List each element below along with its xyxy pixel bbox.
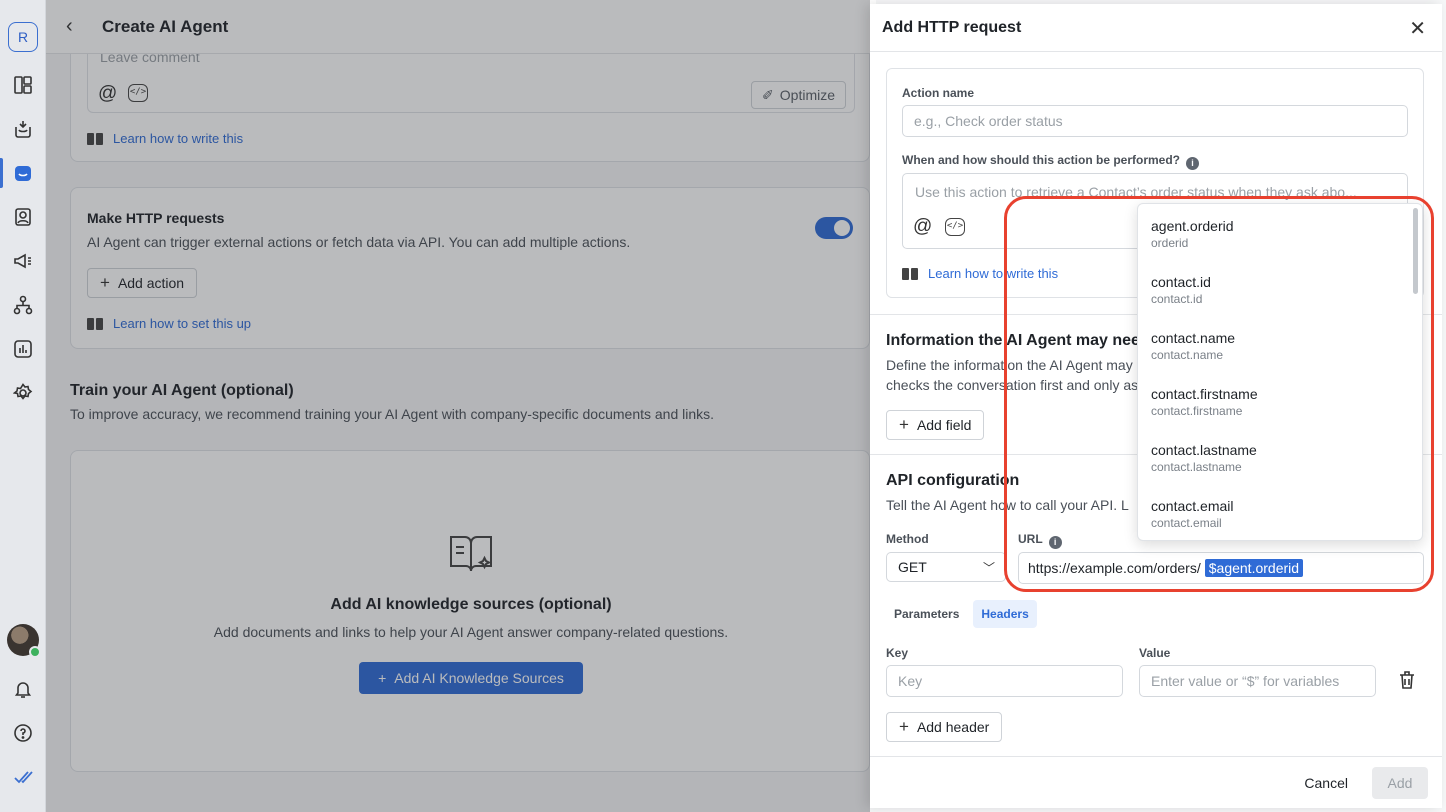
- when-placeholder: Use this action to retrieve a Contact’s …: [915, 184, 1357, 200]
- add-field-button[interactable]: + Add field: [886, 410, 985, 440]
- variable-key: contact.email: [1151, 516, 1222, 530]
- info-icon[interactable]: i: [1186, 157, 1200, 170]
- contacts-icon[interactable]: [11, 205, 35, 229]
- tab-headers[interactable]: Headers: [973, 600, 1037, 628]
- url-value: https://example.com/orders/: [1028, 560, 1201, 576]
- plus-icon: +: [899, 717, 909, 736]
- info-icon[interactable]: i: [1048, 536, 1062, 549]
- mention-icon[interactable]: @: [913, 216, 932, 238]
- variable-option[interactable]: contact.lastname contact.lastname: [1151, 442, 1257, 490]
- action-name-input[interactable]: e.g., Check order status: [902, 105, 1408, 137]
- tab-parameters[interactable]: Parameters: [886, 600, 967, 628]
- info-section-title: Information the AI Agent may need: [886, 332, 1150, 349]
- method-value: GET: [898, 559, 927, 575]
- online-status-dot: [29, 646, 41, 658]
- variable-name: agent.orderid: [1151, 218, 1234, 234]
- broadcast-icon[interactable]: [11, 249, 35, 273]
- dropdown-scrollbar[interactable]: [1413, 208, 1418, 294]
- ai-agent-icon[interactable]: [11, 161, 35, 185]
- inbox-icon[interactable]: [11, 117, 35, 141]
- key-label: Key: [886, 646, 909, 660]
- settings-icon[interactable]: [11, 381, 35, 405]
- active-indicator: [0, 158, 3, 188]
- variable-key: contact.lastname: [1151, 460, 1242, 474]
- method-label: Method: [886, 532, 929, 546]
- api-section-description: Tell the AI Agent how to call your API. …: [886, 497, 1129, 513]
- variable-key: contact.name: [1151, 348, 1224, 362]
- learn-write-label: Learn how to write this: [928, 266, 1059, 281]
- variable-name: contact.id: [1151, 274, 1211, 290]
- variable-option[interactable]: contact.email contact.email: [1151, 498, 1234, 540]
- url-label: URL i: [1018, 532, 1062, 549]
- action-name-label: Action name: [902, 86, 975, 100]
- learn-write-link[interactable]: Learn how to write this: [902, 266, 1058, 281]
- drawer-footer: Cancel Add: [870, 756, 1442, 808]
- add-button[interactable]: Add: [1372, 767, 1428, 799]
- variable-key: orderid: [1151, 236, 1189, 250]
- value-label: Value: [1139, 646, 1171, 660]
- value-placeholder: Enter value or “$” for variables: [1151, 673, 1340, 689]
- drawer-header: Add HTTP request ✕: [870, 4, 1442, 52]
- workspace-switcher[interactable]: R: [8, 22, 38, 52]
- header-value-input[interactable]: Enter value or “$” for variables: [1139, 665, 1376, 697]
- api-section-title: API configuration: [886, 472, 1020, 489]
- dashboard-icon[interactable]: [11, 73, 35, 97]
- variable-dropdown: agent.orderid orderid contact.id contact.i…: [1137, 203, 1423, 541]
- double-check-icon[interactable]: [11, 765, 35, 789]
- help-icon[interactable]: [11, 721, 35, 745]
- trash-icon[interactable]: [1398, 670, 1416, 690]
- url-input[interactable]: https://example.com/orders/ $agent.order…: [1018, 552, 1424, 584]
- modal-overlay[interactable]: [46, 0, 870, 812]
- variable-option[interactable]: contact.id contact.id: [1151, 274, 1211, 322]
- variable-key: contact.firstname: [1151, 404, 1243, 418]
- variable-key: contact.id: [1151, 292, 1203, 306]
- variable-option[interactable]: contact.firstname contact.firstname: [1151, 386, 1258, 434]
- user-avatar[interactable]: [7, 624, 41, 658]
- header-key-input[interactable]: Key: [886, 665, 1123, 697]
- when-label-text: When and how should this action be perfo…: [902, 153, 1181, 167]
- url-label-text: URL: [1018, 532, 1043, 546]
- book-icon: [902, 267, 918, 280]
- url-variable-token[interactable]: $agent.orderid: [1204, 559, 1304, 577]
- request-tabs: Parameters Headers: [886, 600, 1037, 628]
- close-icon[interactable]: ✕: [1409, 16, 1426, 41]
- plus-icon: +: [899, 415, 909, 434]
- reports-icon[interactable]: [11, 337, 35, 361]
- variable-name: contact.email: [1151, 498, 1234, 514]
- action-name-placeholder: e.g., Check order status: [914, 113, 1063, 129]
- method-select[interactable]: GET ﹀: [886, 552, 1006, 582]
- left-rail: R: [0, 0, 46, 812]
- variable-name: contact.name: [1151, 330, 1236, 346]
- cancel-button[interactable]: Cancel: [1304, 775, 1348, 791]
- drawer-title: Add HTTP request: [882, 19, 1022, 36]
- add-header-button[interactable]: + Add header: [886, 712, 1003, 742]
- variable-name: contact.firstname: [1151, 386, 1258, 402]
- variable-option[interactable]: contact.name contact.name: [1151, 330, 1235, 378]
- key-placeholder: Key: [898, 673, 923, 689]
- when-label: When and how should this action be perfo…: [902, 153, 1200, 170]
- chevron-down-icon: ﹀: [982, 561, 995, 575]
- workflows-icon[interactable]: [11, 293, 35, 317]
- add-field-label: Add field: [916, 417, 972, 433]
- info-section-description-line1: Define the information the AI Agent may …: [886, 357, 1168, 373]
- variable-name: contact.lastname: [1151, 442, 1257, 458]
- add-header-label: Add header: [916, 719, 990, 735]
- variable-code-icon[interactable]: </>: [945, 218, 965, 236]
- notifications-icon[interactable]: [11, 677, 35, 701]
- variable-option[interactable]: agent.orderid orderid: [1151, 218, 1234, 266]
- info-section-description-line2: checks the conversation first and only a…: [886, 377, 1153, 393]
